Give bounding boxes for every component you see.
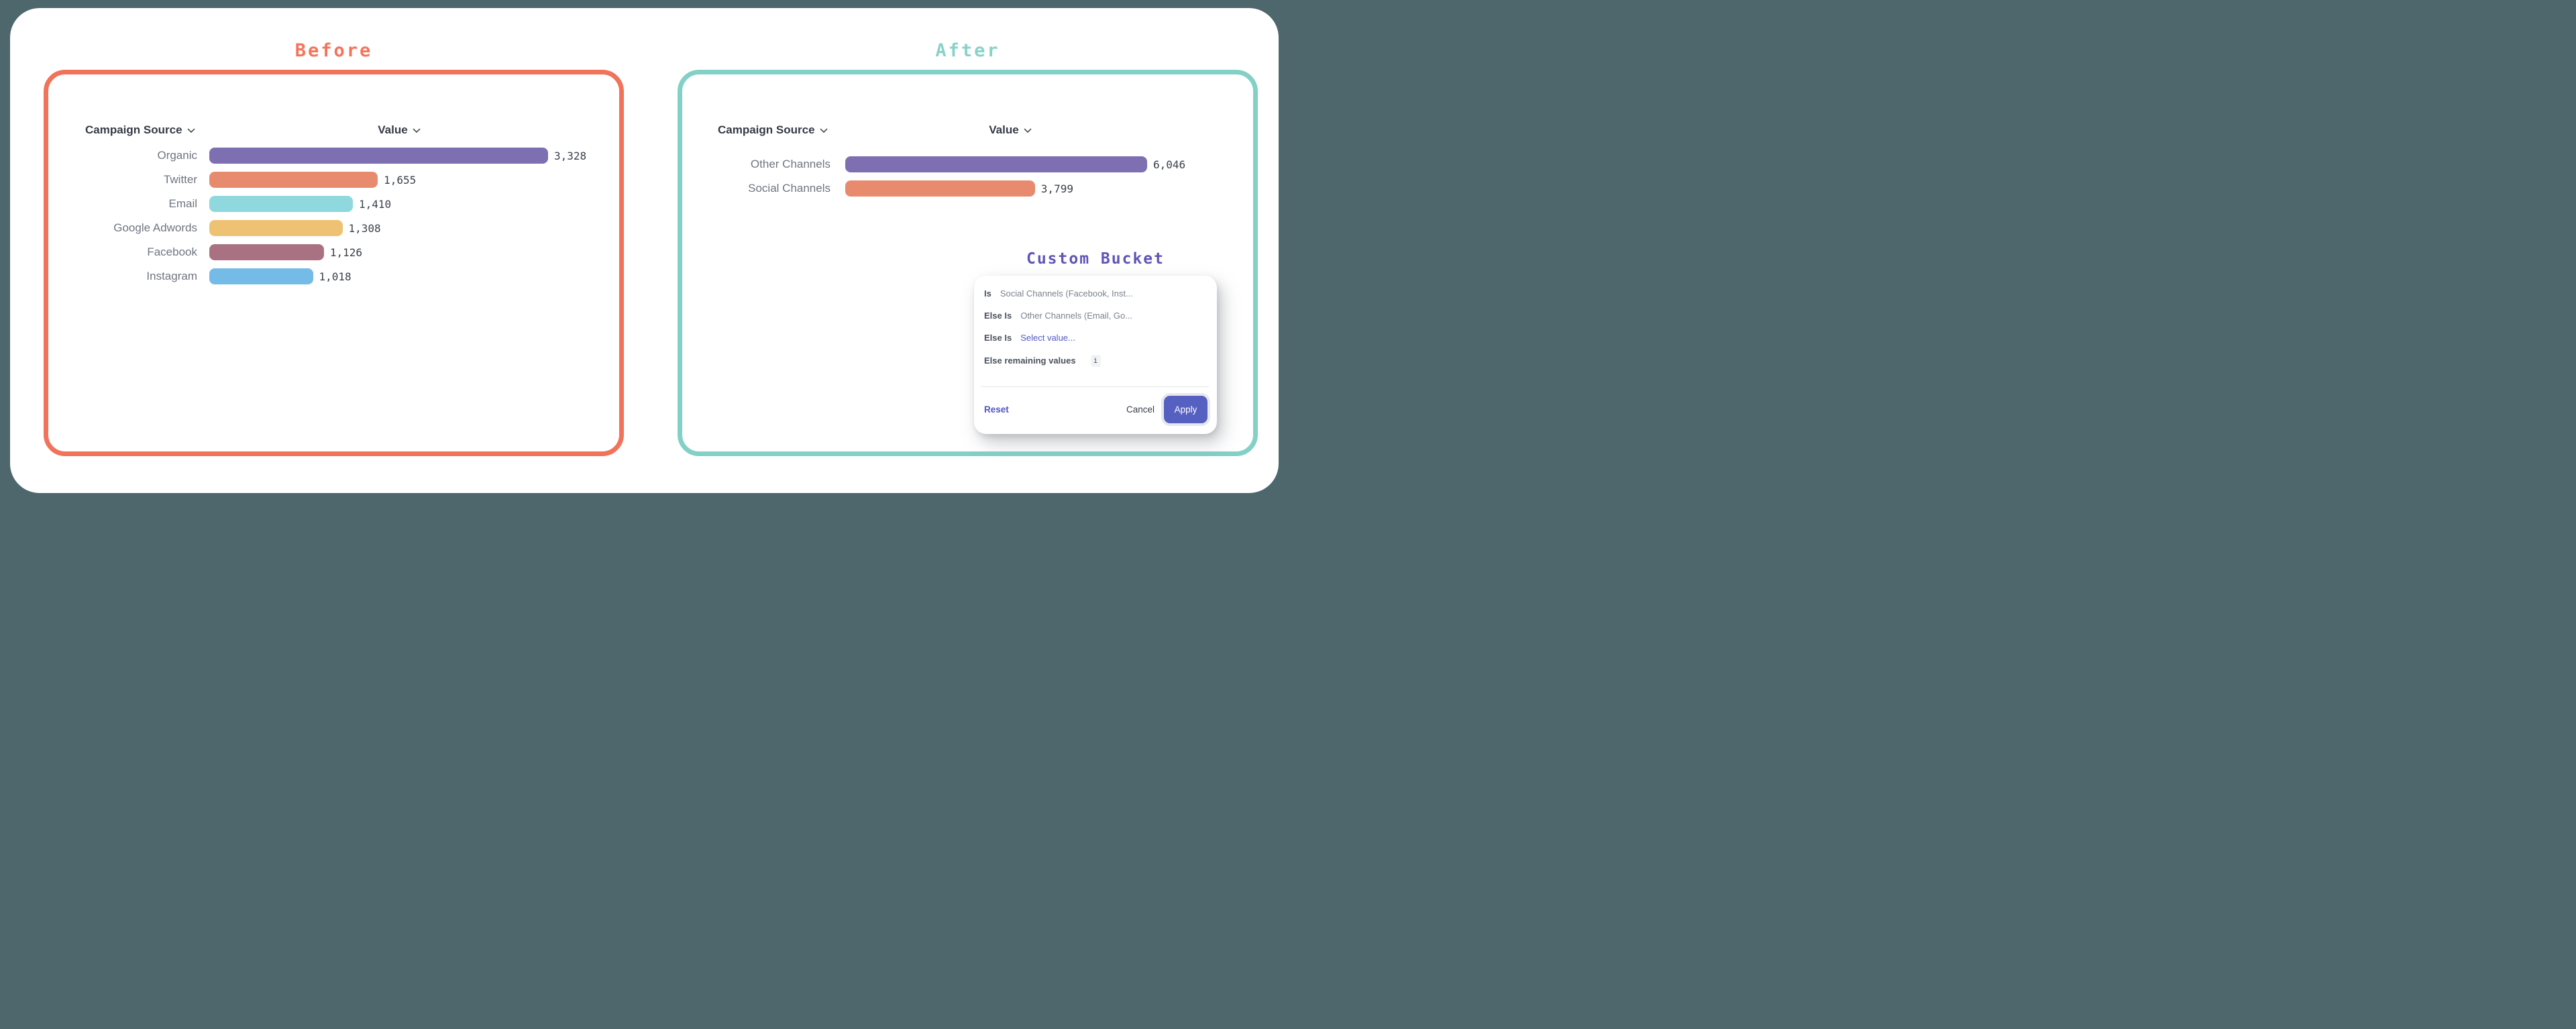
bucket-rule-operator: Else remaining values [984, 356, 1076, 366]
after-dimension-header-label: Campaign Source [718, 123, 815, 137]
info-icon[interactable]: i [1091, 355, 1101, 367]
row-label: Organic [50, 149, 197, 162]
chevron-down-icon [187, 123, 195, 137]
cancel-button[interactable]: Cancel [1126, 404, 1155, 415]
bucket-rule-operator: Else Is [984, 333, 1012, 343]
before-table-rows: Organic 3,328 Twitter 1,655 Email 1,410 Google… [50, 144, 586, 288]
table-row: Facebook 1,126 [50, 240, 586, 264]
chevron-down-icon [1024, 123, 1032, 137]
bar-value-label: 3,328 [554, 150, 586, 162]
screenshot-root: Before Campaign Source Value Organic 3,32… [0, 0, 1288, 514]
row-label: Google Adwords [50, 221, 197, 235]
bar-value-label: 1,308 [349, 222, 381, 235]
value-bar[interactable] [209, 244, 324, 260]
row-label: Other Channels [681, 158, 830, 171]
row-label: Instagram [50, 270, 197, 283]
value-bar[interactable] [209, 196, 353, 212]
value-bar[interactable] [209, 220, 343, 236]
bucket-rule-row: Else Is Other Channels (Email, Go... [984, 311, 1206, 321]
before-measure-header-label: Value [378, 123, 407, 137]
value-bar[interactable] [209, 148, 548, 164]
table-row: Email 1,410 [50, 192, 586, 216]
row-label: Email [50, 197, 197, 211]
after-measure-header[interactable]: Value [970, 123, 1051, 137]
table-row: Instagram 1,018 [50, 264, 586, 288]
bucket-rule-operator: Else Is [984, 311, 1012, 321]
dialog-divider [981, 386, 1209, 387]
value-bar[interactable] [209, 268, 313, 284]
before-dimension-header-label: Campaign Source [85, 123, 182, 137]
bucket-rule-operator: Is [984, 288, 991, 299]
chevron-down-icon [820, 123, 828, 137]
bucket-rule-value[interactable]: Social Channels (Facebook, Inst... [1000, 288, 1133, 299]
content-card: Before Campaign Source Value Organic 3,32… [10, 8, 1279, 493]
reset-button[interactable]: Reset [984, 404, 1009, 415]
value-bar[interactable] [845, 180, 1035, 197]
custom-bucket-dialog: Is Social Channels (Facebook, Inst... Else… [974, 276, 1217, 434]
before-measure-header[interactable]: Value [359, 123, 439, 137]
table-row: Twitter 1,655 [50, 168, 586, 192]
table-row: Organic 3,328 [50, 144, 586, 168]
bucket-rule-row: Else remaining values i [984, 355, 1206, 367]
row-label: Social Channels [681, 182, 830, 195]
after-table-rows: Other Channels 6,046 Social Channels 3,799 [681, 152, 1185, 201]
table-row: Other Channels 6,046 [681, 152, 1185, 176]
bar-value-label: 6,046 [1153, 158, 1185, 171]
bar-value-label: 1,655 [384, 174, 416, 186]
table-row: Social Channels 3,799 [681, 176, 1185, 201]
bucket-rule-row: Else Is Select value... [984, 333, 1206, 343]
value-bar[interactable] [209, 172, 378, 188]
after-dimension-header[interactable]: Campaign Source [718, 123, 828, 137]
after-title: After [678, 40, 1258, 61]
bar-value-label: 3,799 [1041, 182, 1073, 195]
row-label: Twitter [50, 173, 197, 186]
apply-button[interactable]: Apply [1164, 396, 1208, 423]
dialog-footer: Reset Cancel Apply [984, 395, 1208, 423]
after-measure-header-label: Value [989, 123, 1018, 137]
value-bar[interactable] [845, 156, 1147, 172]
table-row: Google Adwords 1,308 [50, 216, 586, 240]
before-dimension-header[interactable]: Campaign Source [85, 123, 195, 137]
bar-value-label: 1,018 [319, 270, 352, 283]
select-value-link[interactable]: Select value... [1020, 333, 1075, 343]
before-title: Before [44, 40, 624, 61]
bucket-rule-row: Is Social Channels (Facebook, Inst... [984, 288, 1206, 299]
chevron-down-icon [413, 123, 421, 137]
bucket-rules-list: Is Social Channels (Facebook, Inst... Else… [974, 276, 1217, 378]
row-label: Facebook [50, 246, 197, 259]
bar-value-label: 1,126 [330, 246, 362, 259]
bucket-rule-value[interactable]: Other Channels (Email, Go... [1020, 311, 1132, 321]
bar-value-label: 1,410 [359, 198, 391, 211]
custom-bucket-title: Custom Bucket [974, 250, 1217, 268]
